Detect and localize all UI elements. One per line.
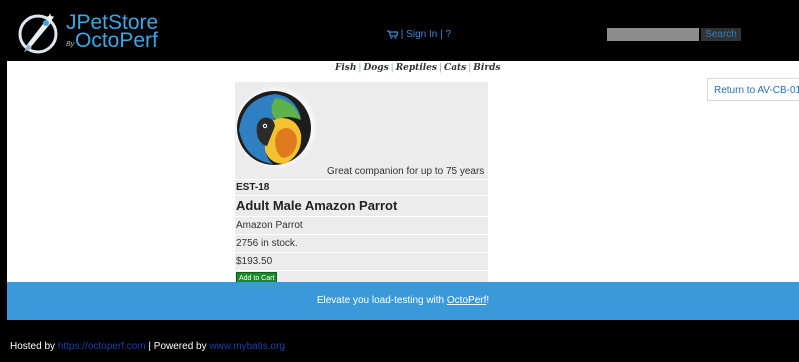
- item-id: EST-18: [235, 180, 488, 196]
- promo-text: Elevate you load-testing with: [316, 295, 447, 306]
- footer-text: Hosted by https://octoperf.com | Powered…: [10, 341, 285, 352]
- quicklink-reptiles[interactable]: Reptiles: [396, 63, 437, 73]
- sign-in-link[interactable]: Sign In: [406, 29, 437, 40]
- product-detail: Great companion for up to 75 years EST-1…: [235, 82, 488, 288]
- item-price: $193.50: [235, 253, 488, 271]
- return-button[interactable]: Return to AV-CB-01: [707, 78, 799, 101]
- menu-separator: |: [400, 29, 404, 40]
- cart-link[interactable]: [387, 29, 401, 40]
- promo-band: Elevate you load-testing with OctoPerf!: [7, 282, 799, 320]
- search-button[interactable]: Search: [701, 28, 741, 41]
- menu-separator: |: [440, 29, 443, 40]
- header: JPetStore By OctoPerf | Sign In | ? Sear…: [7, 3, 799, 61]
- logo-by: By: [66, 41, 75, 48]
- help-link[interactable]: ?: [445, 29, 451, 40]
- product-name: Amazon Parrot: [235, 217, 488, 235]
- category-quicklinks: Fish | Dogs | Reptiles | Cats | Birds: [335, 63, 501, 73]
- product-image-cell: Great companion for up to 75 years: [235, 82, 488, 180]
- product-description: Great companion for up to 75 years: [327, 166, 485, 177]
- quicklink-cats[interactable]: Cats: [444, 63, 466, 73]
- promo-suffix: !: [486, 295, 490, 306]
- page: JPetStore By OctoPerf | Sign In | ? Sear…: [7, 3, 799, 362]
- rocket-logo-icon: [18, 13, 58, 54]
- parrot-image: [235, 85, 318, 169]
- search-input[interactable]: [607, 28, 699, 41]
- powered-link[interactable]: www.mybatis.org: [209, 341, 285, 352]
- cart-icon: [387, 30, 398, 39]
- item-name: Adult Male Amazon Parrot: [235, 196, 488, 217]
- hosted-link[interactable]: https://octoperf.com: [58, 341, 146, 352]
- quicklink-birds[interactable]: Birds: [473, 63, 500, 73]
- header-menu: | Sign In | ?: [387, 29, 451, 40]
- footer: Hosted by https://octoperf.com | Powered…: [7, 320, 799, 362]
- octoperf-link[interactable]: OctoPerf: [447, 295, 486, 306]
- powered-by-label: | Powered by: [145, 341, 210, 352]
- logo-subtitle: OctoPerf: [75, 29, 158, 52]
- stock-quantity: 2756 in stock.: [235, 235, 488, 253]
- quicklink-fish[interactable]: Fish: [335, 63, 356, 73]
- quicklink-dogs[interactable]: Dogs: [363, 63, 388, 73]
- logo[interactable]: JPetStore By OctoPerf: [13, 7, 163, 59]
- hosted-by-label: Hosted by: [10, 341, 58, 352]
